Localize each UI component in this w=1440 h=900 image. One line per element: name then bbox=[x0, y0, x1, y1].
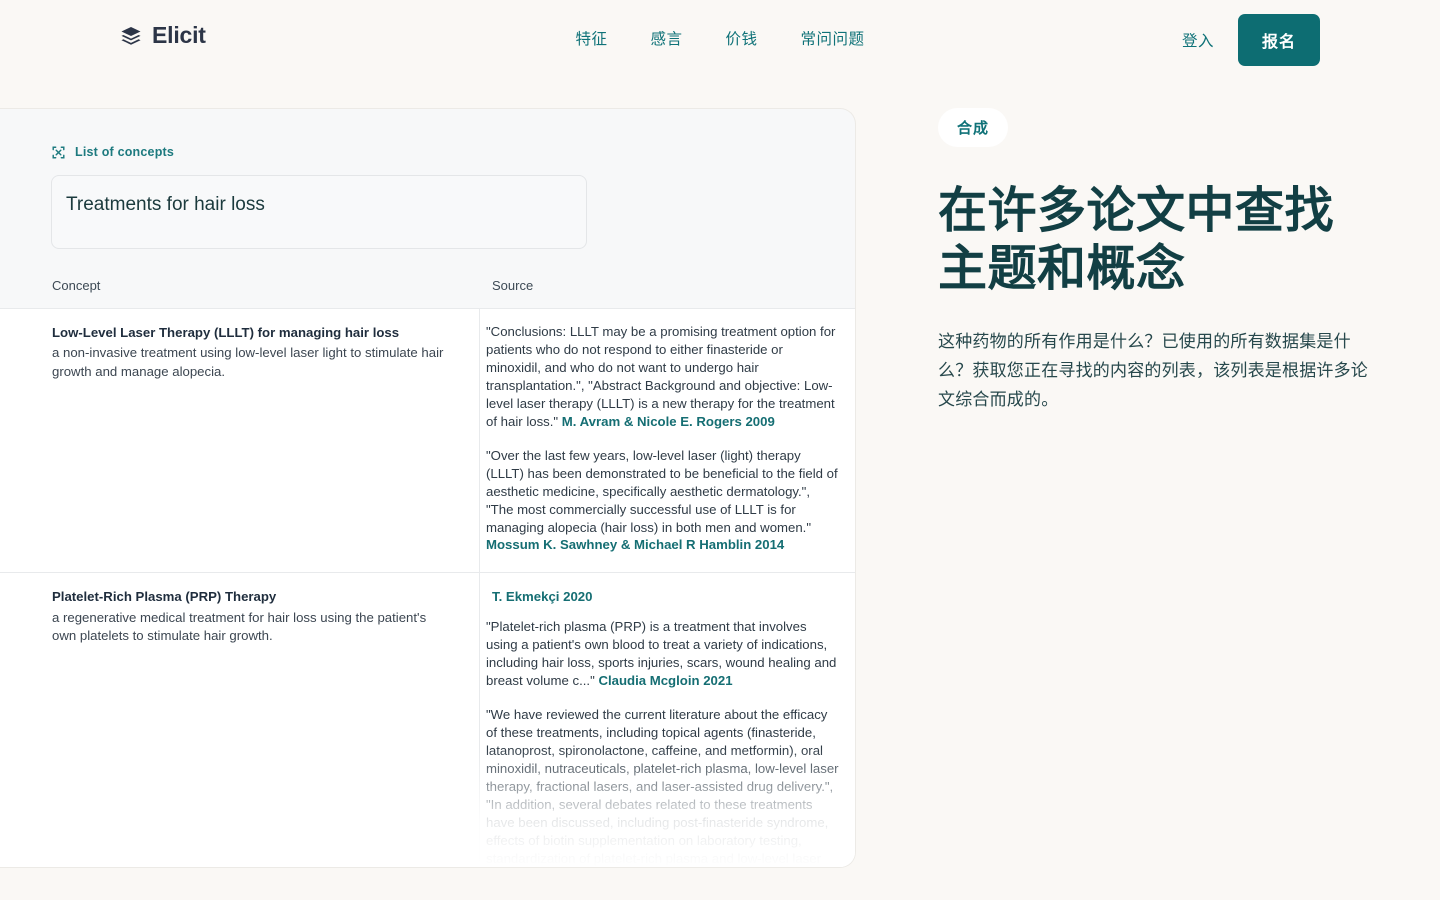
concept-query-input[interactable] bbox=[51, 175, 587, 249]
page-title: 在许多论文中查找主题和概念 bbox=[938, 184, 1335, 296]
concept-title: Platelet-Rich Plasma (PRP) Therapy bbox=[52, 589, 277, 605]
site-header: Elicit 特征 感言 价钱 常问问题 登入 报名 bbox=[0, 0, 1440, 80]
nav-pricing[interactable]: 价钱 bbox=[726, 26, 758, 54]
quote-text: "We have reviewed the current literature… bbox=[486, 707, 839, 866]
column-header-source: Source bbox=[492, 278, 534, 293]
citation-link[interactable]: T. Ekmekçi 2020 bbox=[492, 589, 841, 604]
concept-description: a non-invasive treatment using low-level… bbox=[52, 345, 444, 379]
concept-cell: Platelet-Rich Plasma (PRP) Therapy a reg… bbox=[0, 573, 480, 867]
source-quote: "Conclusions: LLLT may be a promising tr… bbox=[486, 323, 841, 431]
collapse-corners-icon bbox=[52, 145, 65, 159]
source-quote: "Platelet-rich plasma (PRP) is a treatme… bbox=[486, 618, 841, 690]
source-quote: "We have reviewed the current literature… bbox=[486, 706, 841, 867]
nav-testimonials[interactable]: 感言 bbox=[650, 26, 682, 54]
table-row[interactable]: Low-Level Laser Therapy (LLLT) for manag… bbox=[0, 308, 855, 573]
concept-cell: Low-Level Laser Therapy (LLLT) for manag… bbox=[0, 309, 480, 573]
citation-link[interactable]: Claudia Mcgloin 2021 bbox=[598, 673, 732, 688]
table-column-headers: Concept Source bbox=[0, 278, 855, 308]
page-subcopy: 这种药物的所有作用是什么？已使用的所有数据集是什么？获取您正在寻找的内容的列表，… bbox=[938, 331, 1368, 410]
card-label: List of concepts bbox=[52, 145, 855, 159]
table-row[interactable]: Platelet-Rich Plasma (PRP) Therapy a reg… bbox=[0, 572, 855, 867]
signup-button[interactable]: 报名 bbox=[1237, 14, 1320, 66]
source-quote: "Over the last few years, low-level lase… bbox=[486, 447, 841, 555]
nav-faq[interactable]: 常问问题 bbox=[801, 26, 865, 54]
concept-list-card: List of concepts Concept Source Low-Leve… bbox=[0, 108, 856, 868]
source-cell: T. Ekmekçi 2020 "Platelet-rich plasma (P… bbox=[480, 573, 855, 867]
citation-link[interactable]: M. Avram & Nicole E. Rogers 2009 bbox=[562, 414, 775, 429]
nav-features[interactable]: 特征 bbox=[575, 26, 607, 54]
hero-copy-panel: 合成 在许多论文中查找主题和概念 这种药物的所有作用是什么？已使用的所有数据集是… bbox=[938, 108, 1378, 414]
source-cell: "Conclusions: LLLT may be a promising tr… bbox=[480, 309, 855, 572]
column-header-concept: Concept bbox=[52, 278, 101, 293]
concept-description: a regenerative medical treatment for hai… bbox=[52, 609, 427, 644]
concept-table-body: Low-Level Laser Therapy (LLLT) for manag… bbox=[0, 308, 855, 867]
citation-link[interactable]: Mossum K. Sawhney & Michael R Hamblin 20… bbox=[486, 537, 784, 552]
quote-text: "Over the last few years, low-level lase… bbox=[486, 447, 838, 535]
auth-actions: 登入 报名 bbox=[1182, 14, 1320, 66]
login-link[interactable]: 登入 bbox=[1182, 29, 1214, 51]
status-badge: 合成 bbox=[938, 108, 1009, 147]
card-label-text: List of concepts bbox=[75, 145, 175, 159]
concept-title: Low-Level Laser Therapy (LLLT) for manag… bbox=[52, 325, 400, 340]
